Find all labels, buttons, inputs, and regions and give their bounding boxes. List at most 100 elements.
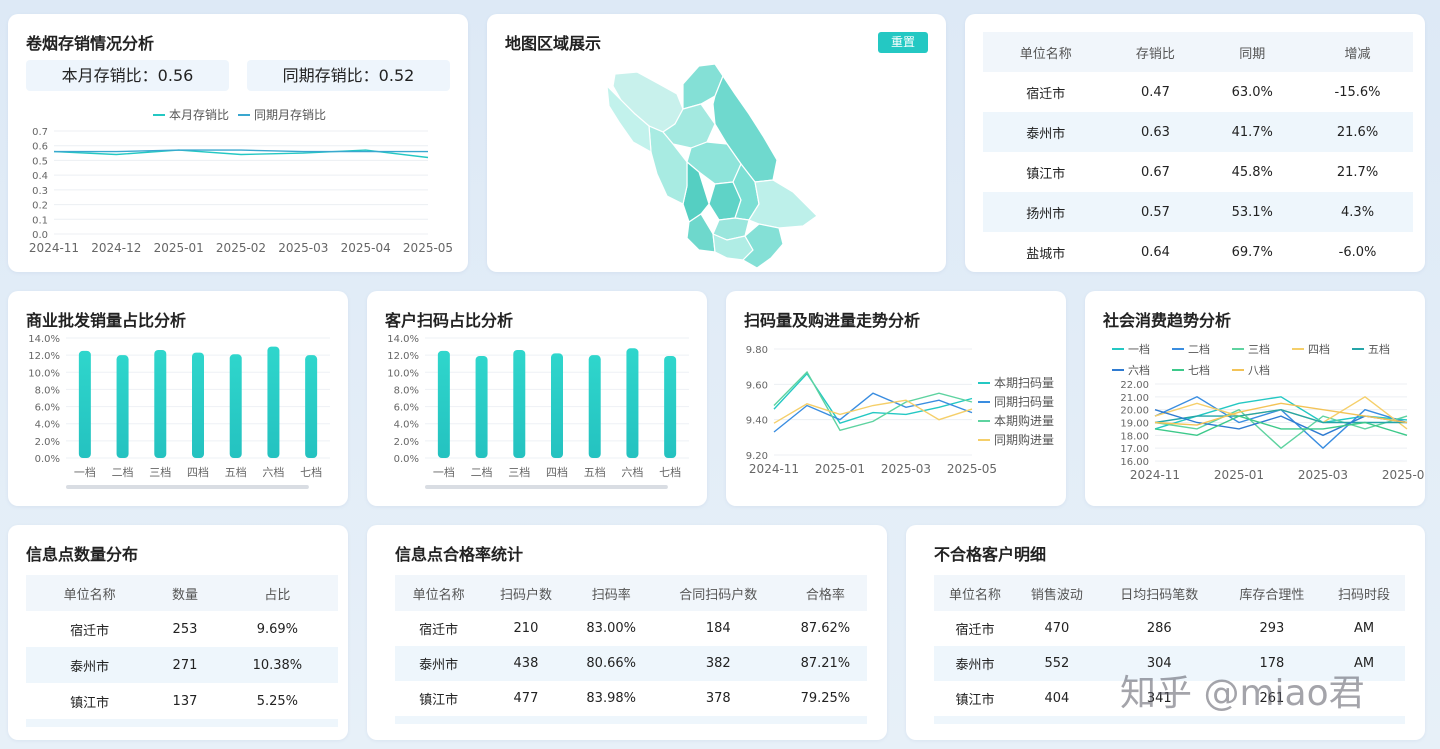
x-tick-label: 2024-12 (91, 241, 141, 255)
bar (513, 350, 526, 458)
y-tick-label: 0.7 (32, 127, 48, 138)
x-tick-label: 五档 (584, 465, 606, 479)
x-tick-label: 2025-05 (1382, 468, 1425, 482)
column-header: 扫码时段 (1323, 575, 1405, 611)
cell-value: 10.38% (216, 647, 338, 683)
y-tick-label: 12.0% (28, 351, 60, 362)
table-row[interactable]: 扬州市 0.57 53.1% 4.3% (983, 192, 1413, 232)
table-row[interactable]: 宿迁市 0.47 63.0% -15.6% (983, 72, 1413, 112)
cell-value: -6.0% (1338, 244, 1377, 260)
table-row[interactable]: 盐城市 0.64 69.7% -6.0% (983, 232, 1413, 272)
table-row-partial (934, 716, 1405, 724)
cell-unit: 泰州市 (934, 646, 1016, 681)
x-tick-label: 2025-03 (1298, 468, 1348, 482)
cell-unit: 盐城市 (1026, 246, 1066, 262)
cell-value: 83.00% (586, 621, 636, 636)
legend-label: 八档 (1248, 363, 1270, 377)
card-info-points: 信息点数量分布 单位名称 数量 占比 宿迁市 253 9.69% 泰州市 271 10.… (8, 525, 348, 740)
cell-unit: 宿迁市 (419, 623, 459, 638)
cell-value: 293 (1259, 621, 1285, 636)
table-row[interactable]: 镇江市 0.67 45.8% 21.7% (983, 152, 1413, 192)
x-tick-label: 七档 (659, 465, 681, 479)
cell-value: 382 (652, 646, 784, 681)
consumption-line-chart: 一档 二档 三档 四档 五档六档 七档 八档 22.00 21.00 20.00 19.0018.0… (1112, 342, 1425, 482)
cell-value: 21.6% (1302, 112, 1413, 152)
cell-value: 552 (1015, 646, 1098, 681)
cell-value: 137 (172, 693, 198, 709)
cell-value: 63.0% (1231, 84, 1273, 100)
x-tick-label: 四档 (187, 465, 209, 479)
table-row[interactable]: 泰州市 0.63 41.7% 21.6% (983, 112, 1413, 152)
cell-value: 0.64 (1140, 244, 1170, 260)
y-tick-label: 4.0% (394, 420, 419, 431)
x-tick-label: 三档 (508, 465, 530, 479)
y-tick-label: 0.2 (32, 201, 48, 212)
card-ratio-table: 单位名称 存销比 同期 增减 宿迁市 0.47 63.0% -15.6% 泰州市 0.6… (965, 14, 1425, 272)
card-pass-rate: 信息点合格率统计 单位名称 扫码户数 扫码率 合同扫码户数 合格率 宿迁市 210… (367, 525, 887, 740)
cell-value: 69.7% (1231, 244, 1273, 260)
cell-value: 87.21% (783, 646, 867, 681)
cell-value: 79.25% (800, 691, 851, 706)
legend-label: 同期扫码量 (994, 395, 1054, 409)
cell-unit: 宿迁市 (1026, 86, 1066, 102)
x-tick-label: 2025-03 (881, 462, 931, 476)
cell-unit: 宿迁市 (70, 623, 110, 639)
y-tick-label: 10.0% (28, 368, 60, 379)
table-row[interactable]: 镇江市 477 83.98% 378 79.25% (395, 681, 867, 716)
table-row[interactable]: 宿迁市 253 9.69% (26, 611, 338, 647)
cell-value: 286 (1146, 621, 1172, 636)
scan-bar-chart: 14.0% 12.0% 10.0% 8.0% 6.0% 4.0% 2.0% 0.0% 一档 二档 三… (387, 334, 689, 489)
y-tick-label: 0.0 (32, 230, 48, 241)
card-title: 信息点数量分布 (26, 545, 139, 564)
cell-value: 184 (705, 621, 731, 636)
bar (626, 348, 639, 458)
table-row[interactable]: 镇江市 137 5.25% (26, 683, 338, 719)
bar (475, 356, 488, 458)
bar (551, 353, 563, 458)
y-tick-label: 6.0% (35, 403, 60, 414)
x-tick-label: 一档 (433, 465, 455, 479)
table-row[interactable]: 宿迁市 210 83.00% 184 87.62% (395, 611, 867, 646)
y-tick-label: 0.1 (32, 215, 48, 226)
column-header: 合同扫码户数 (652, 575, 784, 611)
y-tick-label: 20.00 (1120, 406, 1149, 417)
y-tick-label: 10.0% (387, 368, 419, 379)
table-row[interactable]: 宿迁市 470 286 293 AM (934, 611, 1405, 646)
x-tick-label: 2025-05 (947, 462, 997, 476)
region-map[interactable] (487, 14, 946, 272)
column-header: 同期 (1202, 32, 1303, 72)
column-header: 扫码率 (569, 575, 653, 611)
info-points-table: 单位名称 数量 占比 宿迁市 253 9.69% 泰州市 271 10.38% 镇江市 1… (26, 575, 338, 727)
x-tick-label: 一档 (74, 465, 96, 479)
column-header: 占比 (216, 575, 338, 611)
cell-value: 477 (513, 691, 539, 706)
legend-label: 本期购进量 (994, 413, 1054, 428)
cell-value: 438 (482, 646, 570, 681)
y-tick-label: 0.6 (32, 142, 48, 153)
table-row-partial (26, 719, 338, 727)
card-wholesale-share: 商业批发销量占比分析 14.0% 12.0% 10.0% 8.0% 6.0% 4.0% 2.… (8, 291, 348, 506)
column-header: 扫码户数 (482, 575, 570, 611)
table-row[interactable]: 泰州市 438 80.66% 382 87.21% (395, 646, 867, 681)
card-stock-sales: 卷烟存销情况分析 本月存销比：0.56 同期存销比：0.52 本月存销比 同期月存… (8, 14, 468, 272)
x-tick-label: 2025-01 (1214, 468, 1264, 482)
column-header: 单位名称 (395, 575, 483, 611)
x-tick-label: 2024-11 (749, 462, 799, 476)
legend-label: 同期购进量 (994, 432, 1054, 447)
bar (154, 350, 167, 458)
cell-value: 271 (153, 647, 217, 683)
table-row[interactable]: 泰州市 271 10.38% (26, 647, 338, 683)
cell-value: 470 (1044, 621, 1070, 636)
cell-value: 53.1% (1202, 192, 1303, 232)
x-tick-label: 二档 (471, 465, 493, 479)
y-tick-label: 14.0% (387, 334, 419, 345)
map-region-nantong[interactable] (748, 179, 818, 229)
column-header: 日均扫码笔数 (1097, 575, 1221, 611)
y-tick-label: 0.5 (32, 156, 48, 167)
legend-label: 本期扫码量 (994, 376, 1054, 390)
card-title: 信息点合格率统计 (395, 545, 524, 564)
y-tick-label: 0.0% (35, 454, 60, 465)
bar (437, 350, 450, 458)
cell-value: 87.62% (800, 621, 851, 636)
y-tick-label: 18.00 (1120, 431, 1149, 442)
